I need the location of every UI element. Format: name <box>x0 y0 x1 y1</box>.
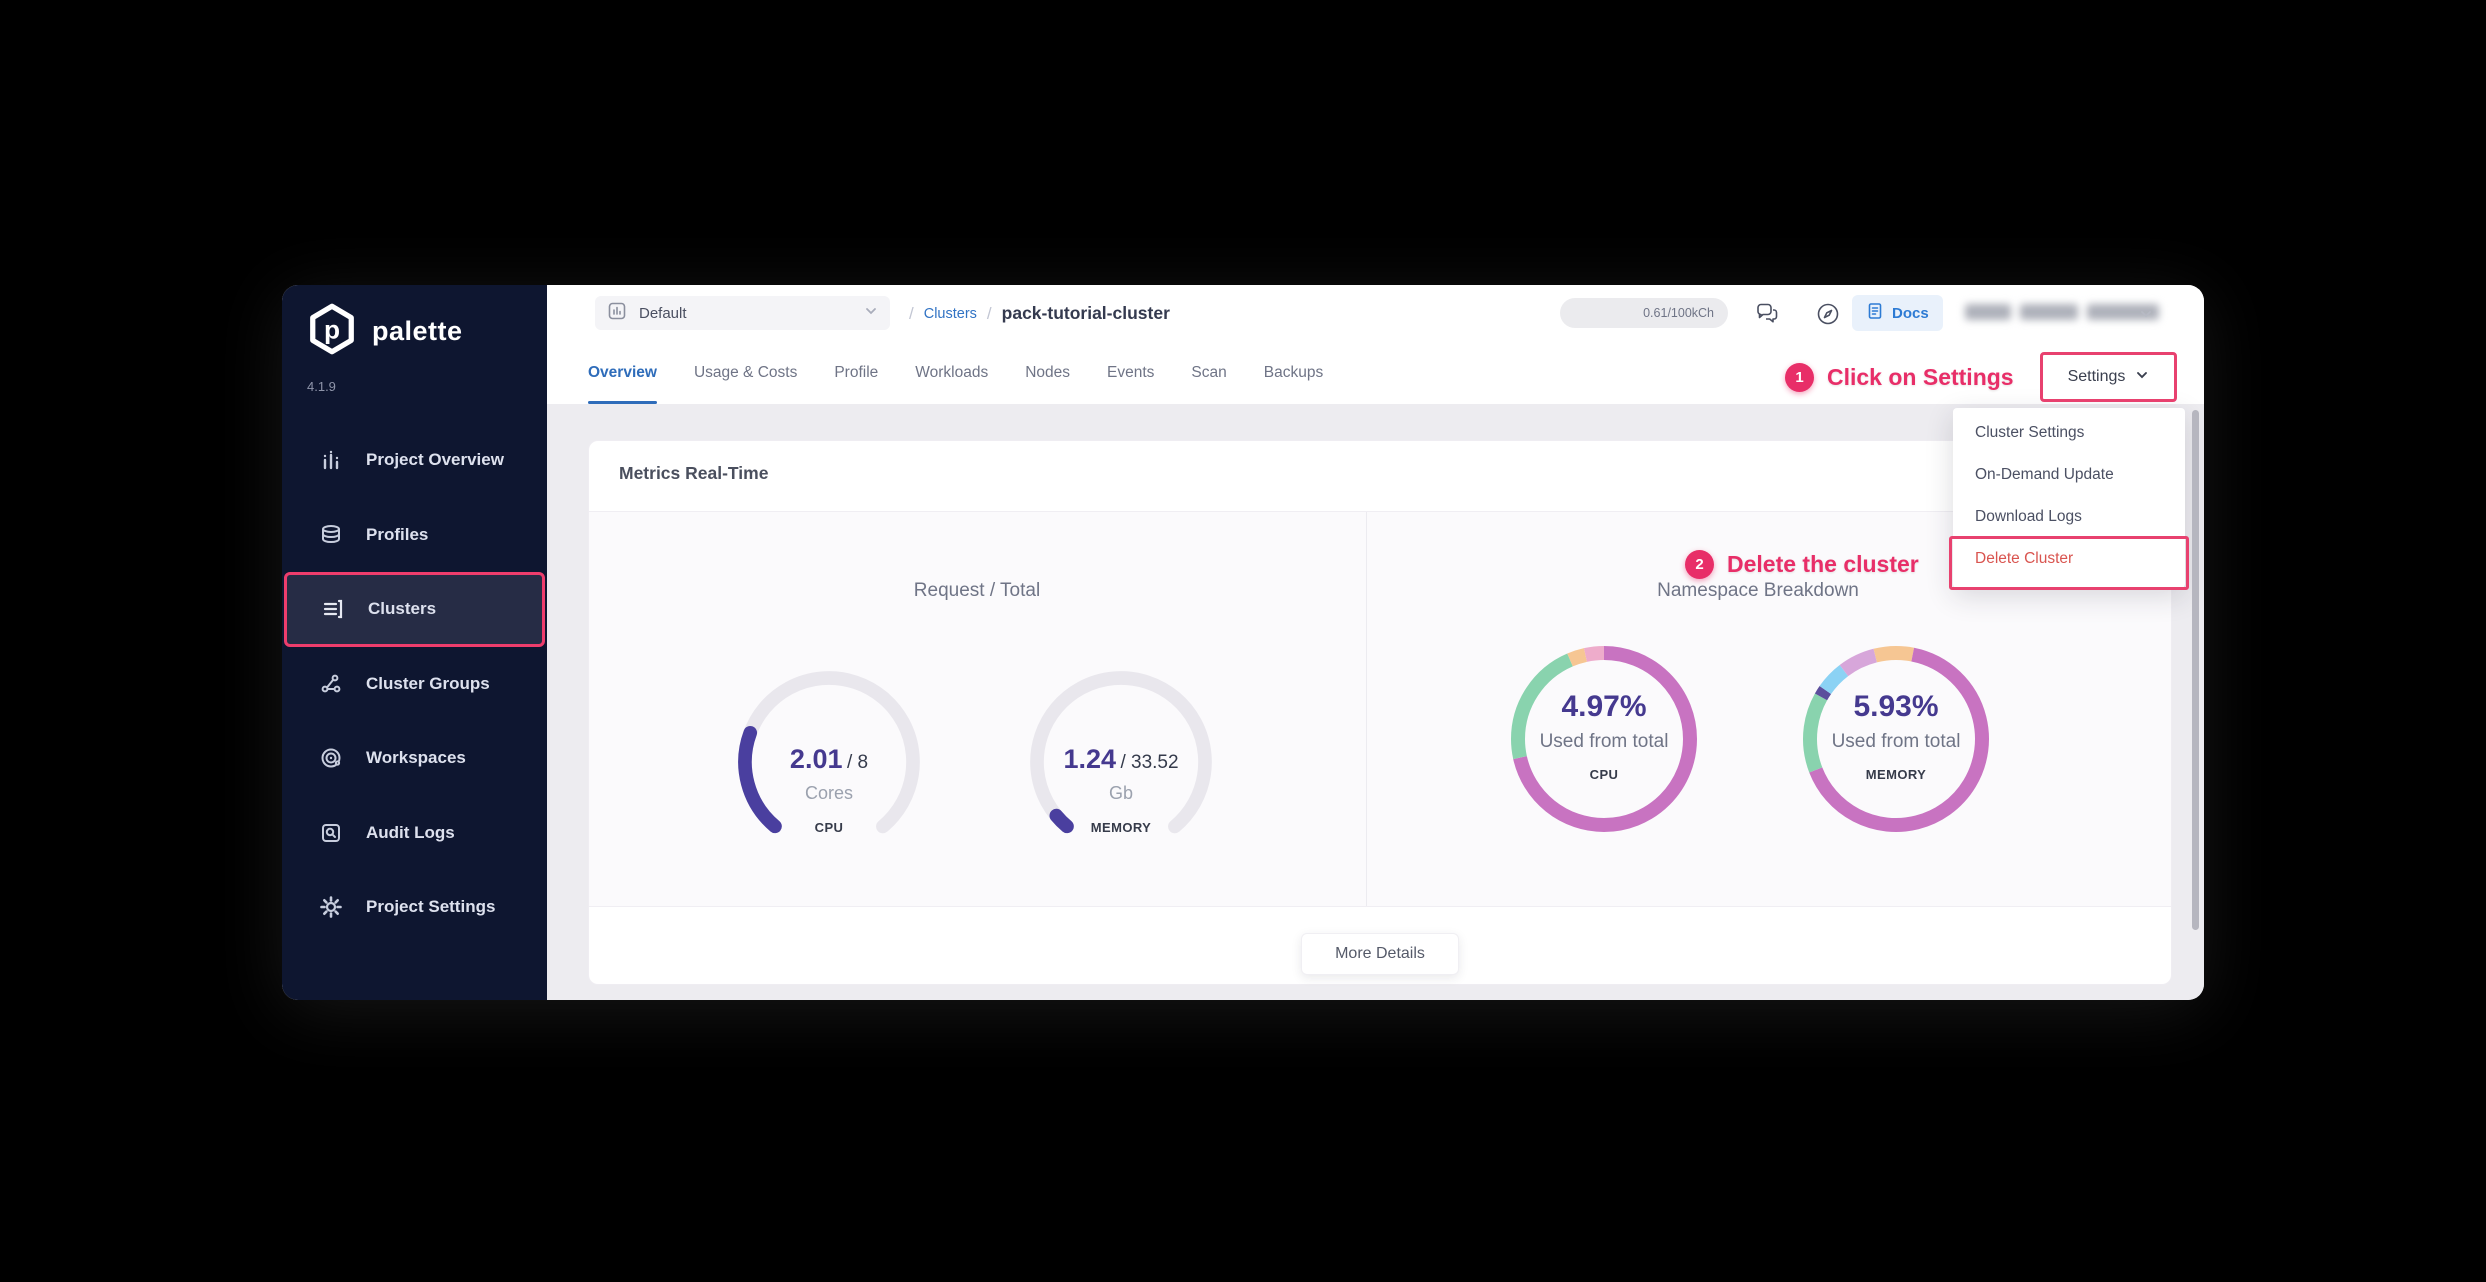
workspaces-icon <box>318 745 344 771</box>
tab-nodes[interactable]: Nodes <box>1025 342 1070 404</box>
cpu-gauge-value: 2.01 / 8 <box>790 744 868 775</box>
memory-gauge-label: MEMORY <box>1091 820 1151 835</box>
cpu-gauge-unit: Cores <box>805 783 853 804</box>
sidebar-item-label: Cluster Groups <box>366 674 490 694</box>
cpu-gauge-label: CPU <box>815 820 844 835</box>
divider <box>589 906 2171 907</box>
card-title: Metrics Real-Time <box>619 463 768 484</box>
project-selector-value: Default <box>639 305 687 322</box>
tab-scan[interactable]: Scan <box>1191 342 1226 404</box>
sidebar-item-label: Project Settings <box>366 897 495 917</box>
annotation-step-2: 2 Delete the cluster <box>1685 550 1919 579</box>
topbar: Default / Clusters / pack-tutorial-clust… <box>547 285 2204 342</box>
palette-logo-icon: p <box>304 301 360 362</box>
cpu-donut-label: CPU <box>1590 767 1619 782</box>
sidebar-item-label: Profiles <box>366 525 428 545</box>
breadcrumb-current: pack-tutorial-cluster <box>1002 303 1170 324</box>
account-chevron-down-icon[interactable] <box>2139 307 2153 326</box>
sidebar-item-label: Project Overview <box>366 450 504 470</box>
menu-item-on-demand-update[interactable]: On-Demand Update <box>1953 454 2185 496</box>
menu-item-download-logs[interactable]: Download Logs <box>1953 496 2185 538</box>
project-selector[interactable]: Default <box>595 296 890 330</box>
breadcrumb-link-clusters[interactable]: Clusters <box>924 306 977 322</box>
tab-profile[interactable]: Profile <box>834 342 878 404</box>
bar-chart-icon <box>318 447 344 473</box>
vertical-scrollbar[interactable] <box>2192 410 2199 930</box>
sidebar-item-label: Audit Logs <box>366 823 455 843</box>
usage-badge: 0.61/100kCh <box>1560 298 1728 328</box>
memory-donut-label: MEMORY <box>1866 767 1926 782</box>
settings-button[interactable]: Settings <box>2040 352 2177 402</box>
redacted-text-block <box>2020 304 2078 320</box>
tab-backups[interactable]: Backups <box>1264 342 1323 404</box>
sidebar-item-clusters[interactable]: Clusters <box>284 572 545 647</box>
cpu-donut-subtitle: Used from total <box>1540 731 1669 753</box>
step-2-badge: 2 <box>1685 550 1714 579</box>
document-icon <box>1866 302 1884 324</box>
step-2-text: Delete the cluster <box>1727 551 1919 578</box>
nodes-icon <box>318 671 344 697</box>
chevron-down-icon <box>2135 368 2149 387</box>
sidebar-item-audit-logs[interactable]: Audit Logs <box>282 796 547 871</box>
memory-donut-value: 5.93% <box>1853 690 1938 724</box>
sidebar-item-label: Clusters <box>368 599 436 619</box>
main-area: Default / Clusters / pack-tutorial-clust… <box>547 285 2204 1000</box>
breadcrumb-separator: / <box>909 304 914 324</box>
metrics-card: Metrics Real-Time Request / Total Namesp… <box>588 440 2172 985</box>
step-1-badge: 1 <box>1785 363 1814 392</box>
memory-gauge-value: 1.24 / 33.52 <box>1063 744 1178 775</box>
more-details-button[interactable]: More Details <box>1301 933 1459 975</box>
docs-button-label: Docs <box>1892 305 1929 322</box>
request-total-title: Request / Total <box>914 580 1040 602</box>
redacted-text-block <box>1965 304 2011 320</box>
chat-icon[interactable] <box>1752 299 1782 329</box>
metrics-panel: Request / Total Namespace Breakdown 2.01… <box>589 512 2171 906</box>
clusters-icon <box>320 596 346 622</box>
compass-icon[interactable] <box>1813 299 1843 329</box>
annotation-step-1: 1 Click on Settings <box>1785 363 2014 392</box>
tab-overview[interactable]: Overview <box>588 342 657 404</box>
cpu-donut-value: 4.97% <box>1561 690 1646 724</box>
audit-log-icon <box>318 820 344 846</box>
sidebar-item-project-settings[interactable]: Project Settings <box>282 870 547 945</box>
sidebar-item-workspaces[interactable]: Workspaces <box>282 721 547 796</box>
namespace-breakdown-title: Namespace Breakdown <box>1657 580 1859 602</box>
delete-cluster-highlight-box <box>1949 536 2189 590</box>
logo: p palette <box>304 301 463 362</box>
sidebar: p palette 4.1.9 Project Overview <box>282 285 547 1000</box>
breadcrumb: / Clusters / pack-tutorial-cluster <box>909 285 1170 342</box>
logo-text: palette <box>372 316 463 347</box>
sidebar-item-cluster-groups[interactable]: Cluster Groups <box>282 647 547 722</box>
tab-events[interactable]: Events <box>1107 342 1154 404</box>
version-label: 4.1.9 <box>307 379 336 394</box>
svg-text:p: p <box>324 315 340 345</box>
memory-gauge-unit: Gb <box>1109 783 1133 804</box>
memory-donut-subtitle: Used from total <box>1832 731 1961 753</box>
tab-usage-costs[interactable]: Usage & Costs <box>694 342 797 404</box>
step-1-text: Click on Settings <box>1827 364 2014 391</box>
chevron-down-icon <box>864 304 878 322</box>
docs-button[interactable]: Docs <box>1852 295 1943 331</box>
settings-button-label: Settings <box>2068 368 2126 386</box>
layers-icon <box>318 522 344 548</box>
account-name-redacted[interactable] <box>1965 304 2159 320</box>
chart-select-icon <box>607 301 627 325</box>
tab-workloads[interactable]: Workloads <box>915 342 988 404</box>
sidebar-item-profiles[interactable]: Profiles <box>282 498 547 573</box>
breadcrumb-separator: / <box>987 304 992 324</box>
divider <box>1366 512 1367 906</box>
gear-icon <box>318 894 344 920</box>
sidebar-nav: Project Overview Profiles Clusters <box>282 423 547 945</box>
app-window: p palette 4.1.9 Project Overview <box>282 285 2204 1000</box>
sidebar-item-label: Workspaces <box>366 748 466 768</box>
sidebar-item-project-overview[interactable]: Project Overview <box>282 423 547 498</box>
menu-item-cluster-settings[interactable]: Cluster Settings <box>1953 412 2185 454</box>
